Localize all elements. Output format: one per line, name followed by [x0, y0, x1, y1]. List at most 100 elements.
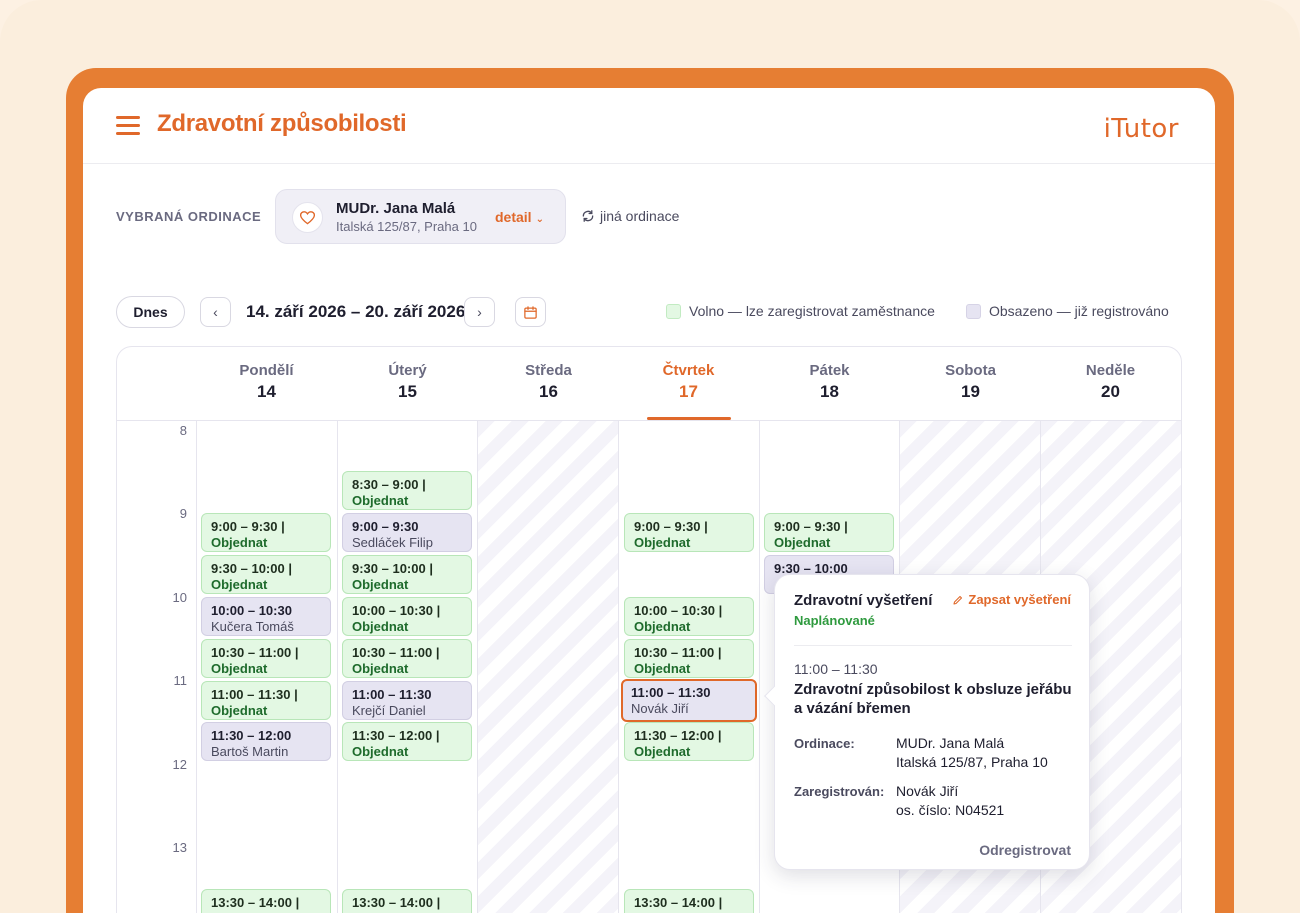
slot-patient: Novák Jiří [631, 701, 689, 716]
slot-time: 9:00 – 9:30 | [211, 519, 285, 534]
slot-time: 10:00 – 10:30 | [352, 603, 441, 618]
chevron-right-icon: › [477, 304, 482, 320]
next-week-button[interactable]: › [464, 297, 495, 327]
slot-taken[interactable]: 11:00 – 11:30 Krejčí Daniel [342, 681, 472, 720]
record-exam-label: Zapsat vyšetření [968, 592, 1071, 607]
prev-week-button[interactable]: ‹ [200, 297, 231, 327]
slot-free[interactable]: 8:30 – 9:00 | Objednat [342, 471, 472, 510]
record-exam-button[interactable]: Zapsat vyšetření [952, 592, 1071, 607]
slot-time: 9:30 – 10:00 | [352, 561, 433, 576]
slot-label: Objednat [352, 744, 409, 759]
legend-taken-swatch [966, 303, 981, 319]
slot-free[interactable]: 9:00 – 9:30 | Objednat [764, 513, 894, 552]
day-header-sat[interactable]: Sobota 19 [900, 362, 1041, 402]
slot-free[interactable]: 10:00 – 10:30 | Objednat [624, 597, 754, 636]
slot-free[interactable]: 13:30 – 14:00 | [624, 889, 754, 913]
today-button[interactable]: Dnes [116, 296, 185, 328]
day-header-wed[interactable]: Středa 16 [478, 362, 619, 402]
slot-taken[interactable]: 9:00 – 9:30 Sedláček Filip [342, 513, 472, 552]
slot-patient: Bartoš Martin [211, 744, 289, 759]
calendar-picker-button[interactable] [515, 297, 546, 327]
day-number: 17 [679, 382, 698, 401]
hour-label: 11 [173, 673, 188, 688]
slot-free[interactable]: 10:30 – 11:00 | Objednat [624, 639, 754, 678]
slot-label: Objednat [634, 535, 691, 550]
day-header-tue[interactable]: Úterý 15 [337, 362, 478, 402]
hour-label: 10 [172, 590, 187, 605]
slot-time: 11:00 – 11:30 [352, 687, 432, 702]
day-header-sun[interactable]: Neděle 20 [1040, 362, 1181, 402]
hour-label: 12 [172, 757, 187, 772]
slot-free[interactable]: 11:30 – 12:00 | Objednat [624, 722, 754, 761]
page-title: Zdravotní způsobilosti [157, 110, 407, 137]
slot-free[interactable]: 10:00 – 10:30 | Objednat [342, 597, 472, 636]
status-badge: Naplánované [794, 613, 875, 628]
slot-time: 10:30 – 11:00 | [211, 645, 299, 660]
active-day-indicator [647, 417, 731, 420]
appointment-time: 11:00 – 11:30 [794, 661, 878, 677]
legend-free-label: Volno — lze zaregistrovat zaměstnance [689, 303, 935, 319]
day-number: 16 [539, 382, 558, 401]
slot-time: 13:30 – 14:00 | [352, 895, 441, 910]
legend-free: Volno — lze zaregistrovat zaměstnance [666, 303, 935, 319]
slot-time: 10:00 – 10:30 | [634, 603, 723, 618]
heart-icon [292, 202, 323, 233]
slot-time: 11:00 – 11:30 [631, 685, 711, 700]
day-header-fri[interactable]: Pátek 18 [759, 362, 900, 402]
detail-link[interactable]: detail ⌄ [495, 209, 544, 225]
day-header-mon[interactable]: Pondělí 14 [196, 362, 337, 402]
legend-free-swatch [666, 303, 681, 319]
hour-label: 8 [179, 423, 187, 438]
day-name: Pátek [809, 362, 850, 379]
slot-free[interactable]: 10:30 – 11:00 | Objednat [342, 639, 472, 678]
slot-free[interactable]: 10:30 – 11:00 | Objednat [201, 639, 331, 678]
slot-time: 13:30 – 14:00 | [211, 895, 300, 910]
slot-taken[interactable]: 10:00 – 10:30 Kučera Tomáš [201, 597, 331, 636]
doctor-name: MUDr. Jana Malá [336, 200, 456, 217]
legend-taken-label: Obsazeno — již registrováno [989, 303, 1169, 319]
registered-id: os. číslo: N04521 [896, 802, 1005, 818]
slot-time: 9:30 – 10:00 | [211, 561, 292, 576]
app-logo: iTutor [1103, 114, 1179, 144]
slot-taken-selected[interactable]: 11:00 – 11:30 Novák Jiří [621, 679, 757, 722]
chevron-down-icon: ⌄ [535, 214, 544, 225]
unregister-button[interactable]: Odregistrovat [979, 842, 1071, 858]
day-name: Sobota [945, 362, 996, 379]
day-number: 18 [820, 382, 839, 401]
slot-label: Objednat [634, 661, 691, 676]
menu-icon[interactable] [116, 116, 140, 136]
legend-taken: Obsazeno — již registrováno [966, 303, 1169, 319]
registered-name: Novák Jiří [896, 783, 959, 799]
appointment-popover: Zdravotní vyšetření Zapsat vyšetření Nap… [764, 574, 1090, 870]
slot-time: 8:30 – 9:00 | [352, 477, 426, 492]
slot-free[interactable]: 13:30 – 14:00 | [342, 889, 472, 913]
slot-free[interactable]: 13:30 – 14:00 | [201, 889, 331, 913]
slot-label: Objednat [211, 535, 268, 550]
slot-free[interactable]: 9:00 – 9:30 | Objednat [201, 513, 331, 552]
slot-patient: Krejčí Daniel [352, 703, 426, 718]
day-name: Pondělí [239, 362, 294, 379]
other-ordinace-link[interactable]: jiná ordinace [581, 208, 679, 224]
slot-free[interactable]: 9:30 – 10:00 | Objednat [342, 555, 472, 594]
slot-label: Objednat [634, 744, 691, 759]
slot-free[interactable]: 9:30 – 10:00 | Objednat [201, 555, 331, 594]
top-bar: Zdravotní způsobilosti iTutor [83, 88, 1215, 164]
pencil-icon [953, 595, 963, 605]
chevron-left-icon: ‹ [213, 304, 218, 320]
slot-free[interactable]: 11:00 – 11:30 | Objednat [201, 681, 331, 720]
detail-label: detail [495, 209, 532, 225]
slot-time: 9:00 – 9:30 | [774, 519, 848, 534]
slot-patient: Sedláček Filip [352, 535, 433, 550]
slot-label: Objednat [352, 577, 409, 592]
slot-taken[interactable]: 11:30 – 12:00 Bartoš Martin [201, 722, 331, 761]
slot-time: 9:00 – 9:30 [352, 519, 419, 534]
divider [794, 645, 1072, 646]
day-header-thu[interactable]: Čtvrtek 17 [618, 362, 759, 402]
day-number: 15 [398, 382, 417, 401]
day-number: 20 [1101, 382, 1120, 401]
slot-label: Objednat [774, 535, 831, 550]
ordinace-card[interactable]: MUDr. Jana Malá Italská 125/87, Praha 10… [275, 189, 566, 244]
slot-free[interactable]: 11:30 – 12:00 | Objednat [342, 722, 472, 761]
slot-free[interactable]: 9:00 – 9:30 | Objednat [624, 513, 754, 552]
day-name: Středa [525, 362, 572, 379]
